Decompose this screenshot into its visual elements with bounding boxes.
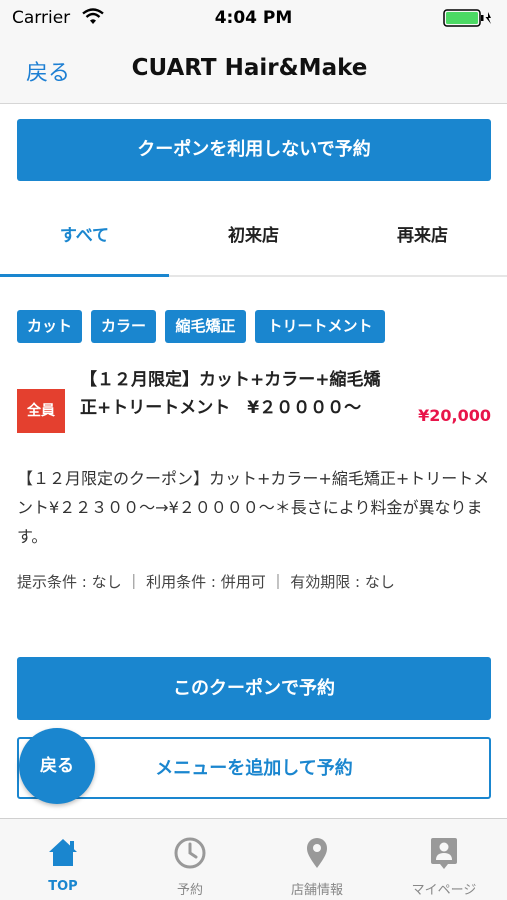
coupon-conditions: 提示条件 : なし ｜ 利用条件 : 併用可 ｜ 有効期限 : なし — [17, 573, 395, 591]
coupon-filter-tabs: すべて 初来店 再来店 — [0, 205, 507, 277]
map-pin-icon — [297, 833, 337, 873]
tabbar-label: マイページ — [411, 883, 477, 898]
tab-all[interactable]: すべて — [0, 205, 169, 275]
tab-first-visit[interactable]: 初来店 — [169, 205, 338, 275]
reserve-with-coupon-button[interactable]: このクーポンで予約 — [17, 657, 491, 720]
tabbar-label: 店舗情報 — [290, 883, 343, 898]
tabbar-label: 予約 — [176, 883, 203, 898]
status-bar: Carrier 4:04 PM — [0, 0, 507, 36]
active-tab-indicator — [0, 274, 169, 277]
coupon-price: ¥20,000 — [418, 406, 491, 425]
tag-cut: カット — [17, 310, 82, 343]
floating-back-button[interactable]: 戻る — [19, 728, 95, 804]
target-badge: 全員 — [17, 389, 65, 433]
coupon-description: 【１２月限定のクーポン】カット+カラー+縮毛矯正+トリートメント¥２２３００～→… — [17, 469, 490, 546]
tabbar-item-store-info[interactable]: 店舗情報 — [254, 819, 380, 900]
tabbar-item-my-page[interactable]: マイページ — [381, 819, 507, 900]
page-title: CUART Hair&Make — [131, 55, 368, 81]
clock-time: 4:04 PM — [214, 8, 293, 28]
tag-treatment: トリートメント — [255, 310, 385, 343]
reserve-without-coupon-button[interactable]: クーポンを利用しないで予約 — [17, 119, 491, 181]
navigation-bar: 戻る CUART Hair&Make — [0, 36, 507, 104]
tabbar-item-reservation[interactable]: 予約 — [127, 819, 253, 900]
home-icon — [43, 833, 83, 873]
tabbar-label: TOP — [48, 879, 78, 894]
tabbar-item-top[interactable]: TOP — [0, 819, 126, 900]
coupon-title: 【１２月限定】カット+カラー+縮毛矯正+トリートメント ¥２００００～ — [80, 370, 381, 418]
clock-icon — [170, 833, 210, 873]
battery-icon — [443, 9, 495, 31]
tag-straightening: 縮毛矯正 — [165, 310, 246, 343]
tab-return-visit[interactable]: 再来店 — [338, 205, 507, 275]
tag-color: カラー — [91, 310, 156, 343]
user-card-icon — [424, 833, 464, 873]
bottom-tab-bar: TOP 予約 店舗情報 マイページ — [0, 818, 507, 900]
